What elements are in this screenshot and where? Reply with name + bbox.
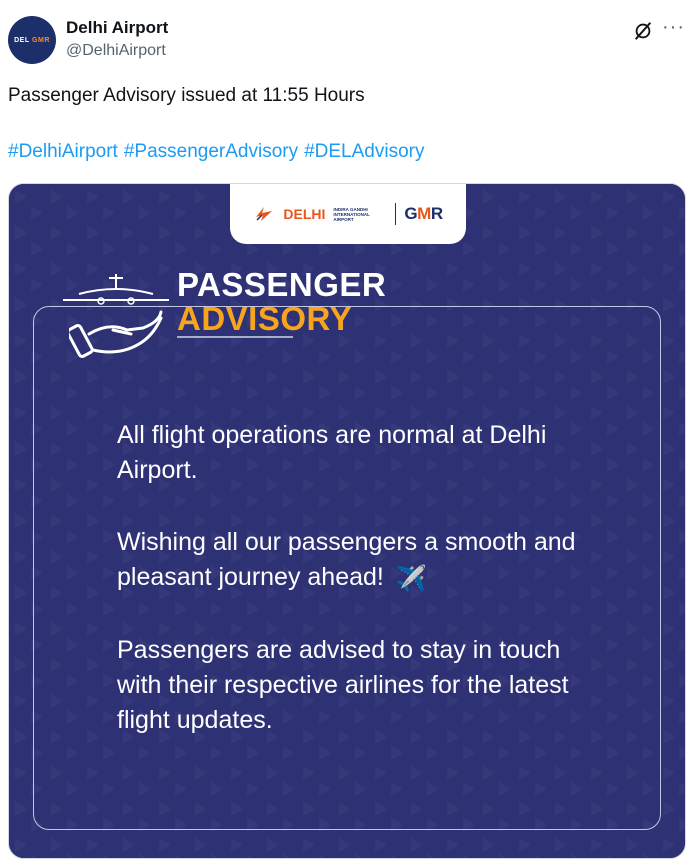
advisory-title-line2: ADVISORY [177, 300, 353, 337]
advisory-paragraph-3: Passengers are advised to stay in touch … [117, 636, 569, 734]
airport-logo: DELHI INDIRA GANDHI INTERNATIONAL AIRPOR… [230, 184, 466, 244]
logo-delhi-text: DELHI [283, 206, 326, 222]
account-name[interactable]: Delhi Airport [66, 18, 168, 38]
hand-icon [69, 310, 163, 358]
airplane-emoji-icon: ✈️ [395, 565, 428, 593]
delhi-airport-logo-icon [256, 207, 273, 221]
grok-icon[interactable] [632, 20, 654, 42]
advisory-title-line1: PASSENGER [177, 266, 387, 303]
hashtags: #DelhiAirport #PassengerAdvisory #DELAdvis… [8, 141, 430, 163]
account-handle[interactable]: @DelhiAirport [66, 42, 166, 60]
advisory-paragraph-2: Wishing all our passengers a smooth and … [117, 525, 587, 597]
hashtag-link[interactable]: #DelhiAirport [8, 141, 118, 162]
logo-divider [395, 203, 397, 225]
tweet-text: Passenger Advisory issued at 11:55 Hours [8, 85, 365, 106]
title-underline [177, 336, 293, 338]
avatar-logo: DEL GMR [14, 36, 50, 44]
gmr-logo: GMR [404, 204, 443, 223]
more-options-icon[interactable]: ··· [662, 16, 685, 39]
avatar[interactable]: DEL GMR [8, 16, 56, 64]
advisory-paragraph-1: All flight operations are normal at Delh… [117, 421, 547, 484]
hashtag-link[interactable]: #PassengerAdvisory [124, 141, 298, 162]
hashtag-link[interactable]: #DELAdvisory [304, 141, 424, 162]
logo-subtitle: INDIRA GANDHI INTERNATIONAL AIRPORT [333, 206, 370, 222]
advisory-image-card[interactable]: DELHI INDIRA GANDHI INTERNATIONAL AIRPOR… [8, 183, 686, 859]
